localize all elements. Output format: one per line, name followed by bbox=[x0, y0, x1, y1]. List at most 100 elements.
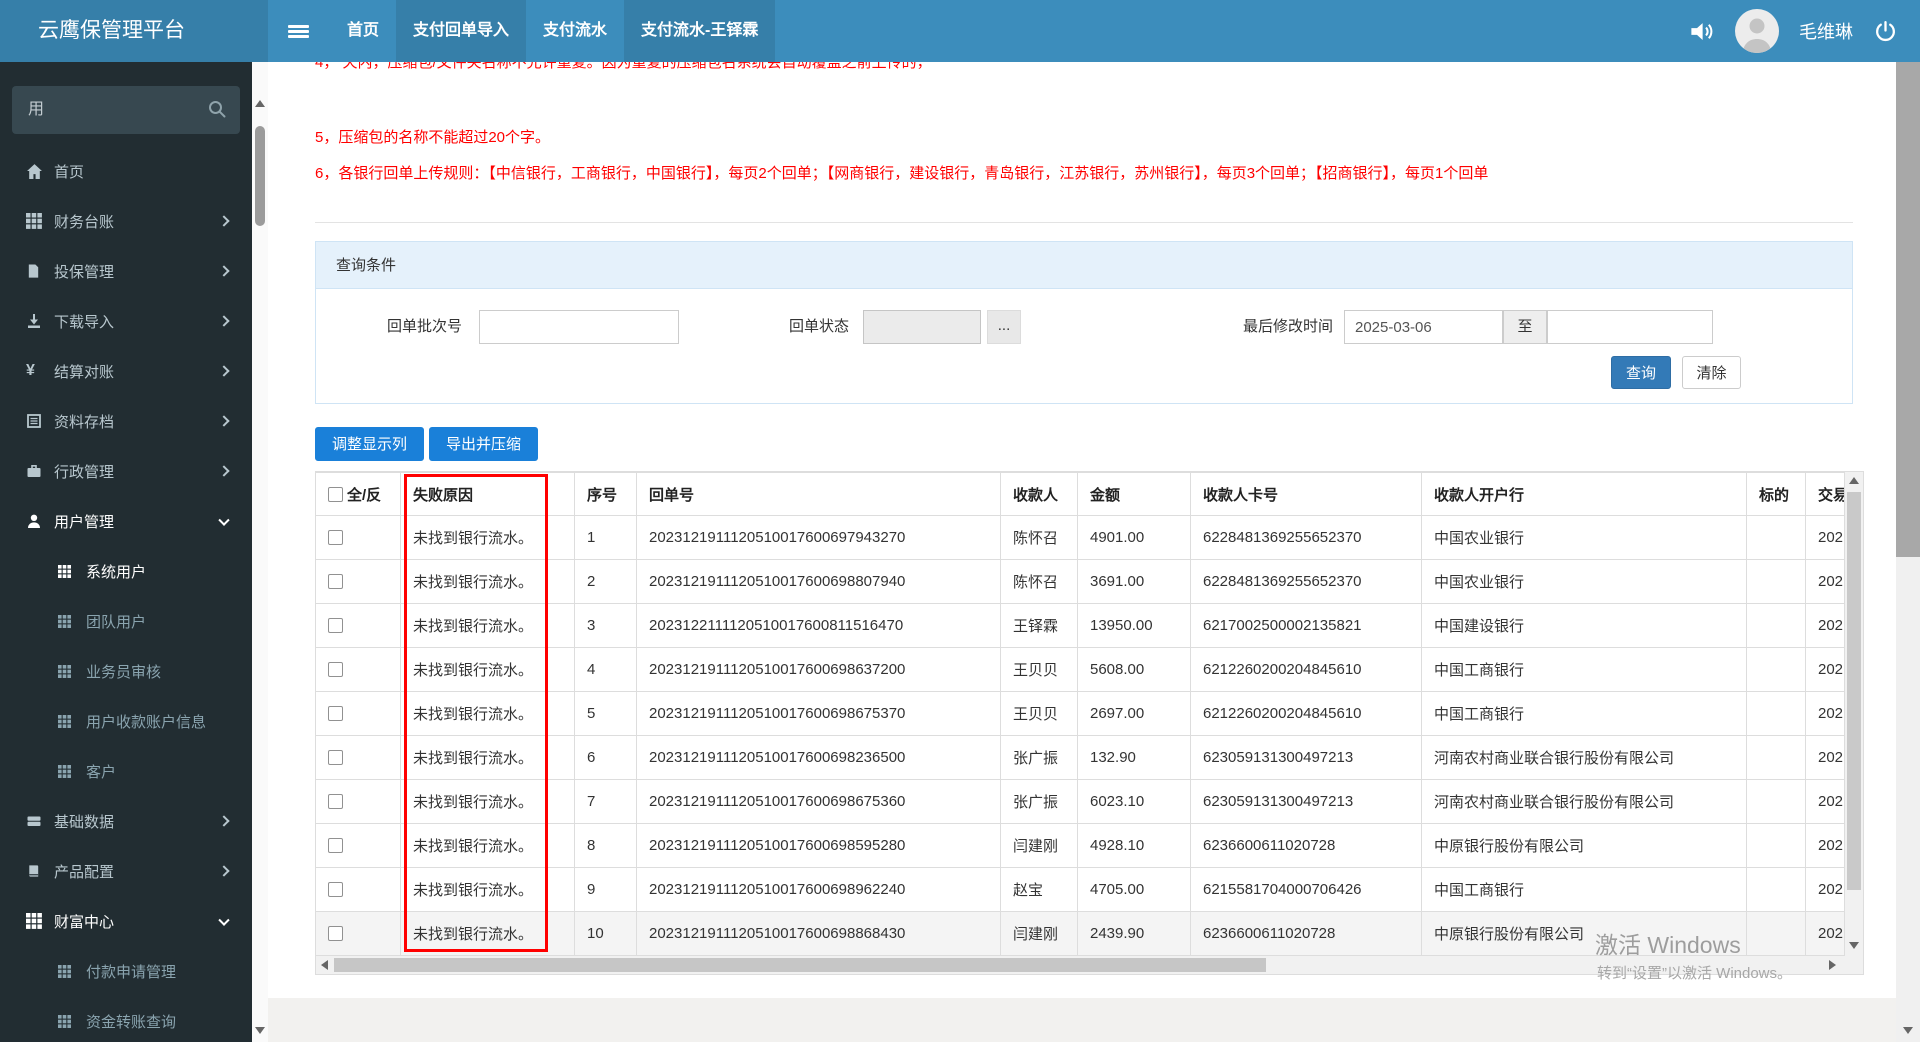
chevron-right-icon bbox=[218, 415, 230, 427]
adjust-columns-button[interactable]: 调整显示列 bbox=[315, 427, 425, 461]
row-checkbox[interactable] bbox=[328, 706, 343, 721]
scroll-down-icon[interactable] bbox=[1903, 1027, 1913, 1034]
sidebar-item-label: 投保管理 bbox=[54, 263, 115, 281]
cell-subject bbox=[1747, 560, 1806, 603]
sidebar-item[interactable]: 团队用户 bbox=[0, 596, 252, 646]
avatar[interactable] bbox=[1735, 9, 1779, 53]
cell-fail: 未找到银行流水。 bbox=[401, 648, 575, 691]
table-row: 未找到银行流水。 3 2023122111120510017600811516470… bbox=[316, 604, 1845, 648]
page-scrollbar[interactable] bbox=[1896, 62, 1920, 1042]
row-checkbox[interactable] bbox=[328, 838, 343, 853]
select-all-checkbox[interactable] bbox=[328, 486, 343, 502]
sidebar-search[interactable]: 用 bbox=[12, 86, 240, 134]
sidebar-item[interactable]: 产品配置 bbox=[0, 846, 252, 896]
date-from-input[interactable] bbox=[1344, 310, 1503, 344]
cell-select bbox=[316, 780, 401, 823]
header-trade: 交易 bbox=[1806, 473, 1845, 515]
cell-fail: 未找到银行流水。 bbox=[401, 516, 575, 559]
row-checkbox[interactable] bbox=[328, 794, 343, 809]
query-panel-title: 查询条件 bbox=[336, 257, 397, 274]
scroll-down-icon[interactable] bbox=[1849, 942, 1859, 949]
cell-trade: 202 bbox=[1806, 912, 1845, 955]
sidebar-toggle-button[interactable] bbox=[272, 0, 324, 62]
cell-fail: 未找到银行流水。 bbox=[401, 604, 575, 647]
sidebar-scrollbar[interactable] bbox=[252, 62, 268, 1042]
scroll-down-icon[interactable] bbox=[255, 1027, 265, 1034]
sidebar-item[interactable]: 财务台账 bbox=[0, 196, 252, 246]
row-checkbox[interactable] bbox=[328, 882, 343, 897]
windows-activation-watermark-sub: 转到“设置”以激活 Windows。 bbox=[1597, 965, 1793, 982]
row-checkbox[interactable] bbox=[328, 530, 343, 545]
table-hscrollbar-thumb[interactable] bbox=[334, 958, 1266, 972]
sidebar-item[interactable]: 首页 bbox=[0, 146, 252, 196]
chevron-right-icon bbox=[218, 865, 230, 877]
scroll-right-icon[interactable] bbox=[1829, 960, 1836, 970]
home-icon bbox=[26, 163, 54, 180]
username[interactable]: 毛维琳 bbox=[1799, 18, 1853, 44]
table-vertical-scrollbar[interactable] bbox=[1845, 472, 1863, 956]
cell-card: 6228481369255652370 bbox=[1191, 516, 1422, 559]
date-to-input[interactable] bbox=[1547, 310, 1713, 344]
volume-icon[interactable] bbox=[1688, 18, 1715, 45]
modified-time-label: 最后修改时间 bbox=[1242, 318, 1333, 335]
archive-icon bbox=[26, 413, 54, 429]
nav-tab[interactable]: 支付流水 bbox=[526, 0, 624, 62]
cell-amount: 4928.10 bbox=[1078, 824, 1191, 867]
search-button[interactable]: 查询 bbox=[1611, 356, 1671, 389]
clear-button[interactable]: 清除 bbox=[1682, 356, 1741, 389]
divider bbox=[315, 222, 1853, 223]
sidebar-item[interactable]: 资金转账查询 bbox=[0, 996, 252, 1046]
nav-tab[interactable]: 支付流水-王铎霖 bbox=[624, 0, 776, 62]
sidebar-item[interactable]: 客户 bbox=[0, 746, 252, 796]
cell-bank: 中国工商银行 bbox=[1422, 868, 1747, 911]
search-icon[interactable] bbox=[207, 99, 227, 124]
row-checkbox[interactable] bbox=[328, 618, 343, 633]
sidebar-item[interactable]: ¥ 结算对账 bbox=[0, 346, 252, 396]
sidebar-item[interactable]: 投保管理 bbox=[0, 246, 252, 296]
row-checkbox[interactable] bbox=[328, 662, 343, 677]
page-scrollbar-thumb[interactable] bbox=[1896, 62, 1920, 557]
receipt-status-input[interactable] bbox=[863, 310, 981, 344]
nav-tab[interactable]: 支付回单导入 bbox=[396, 0, 527, 62]
row-checkbox[interactable] bbox=[328, 574, 343, 589]
cell-payee: 陈怀召 bbox=[1001, 516, 1078, 559]
cell-amount: 5608.00 bbox=[1078, 648, 1191, 691]
cell-card: 6212260200204845610 bbox=[1191, 648, 1422, 691]
cell-payee: 王铎霖 bbox=[1001, 604, 1078, 647]
sidebar-item[interactable]: 资料存档 bbox=[0, 396, 252, 446]
cell-trade: 202 bbox=[1806, 868, 1845, 911]
sidebar-item[interactable]: 系统用户 bbox=[0, 546, 252, 596]
batch-no-input[interactable] bbox=[479, 310, 679, 344]
export-compress-button[interactable]: 导出并压缩 bbox=[429, 427, 539, 461]
sidebar-item[interactable]: 行政管理 bbox=[0, 446, 252, 496]
cell-select bbox=[316, 604, 401, 647]
notice-line-4: 4， 天内，压缩包/文件夹名称不允许重复。因为重复的压缩包名系统会自动覆盖之前上… bbox=[315, 62, 932, 71]
sidebar-search-input[interactable]: 用 bbox=[28, 86, 44, 134]
row-checkbox[interactable] bbox=[328, 750, 343, 765]
hamburger-icon bbox=[287, 23, 309, 40]
power-icon[interactable] bbox=[1873, 19, 1898, 44]
scroll-up-icon[interactable] bbox=[1849, 477, 1859, 484]
table-vscrollbar-thumb[interactable] bbox=[1847, 492, 1861, 890]
scroll-up-icon[interactable] bbox=[255, 100, 265, 107]
sidebar-item[interactable]: 基础数据 bbox=[0, 796, 252, 846]
grid-icon bbox=[26, 213, 54, 229]
sidebar-item[interactable]: 财富中心 bbox=[0, 896, 252, 946]
app-title[interactable]: 云鹰保管理平台 bbox=[0, 0, 268, 62]
row-checkbox[interactable] bbox=[328, 926, 343, 941]
sidebar-item[interactable]: 用户收款账户信息 bbox=[0, 696, 252, 746]
cell-trade: 202 bbox=[1806, 648, 1845, 691]
sidebar-item[interactable]: 付款申请管理 bbox=[0, 946, 252, 996]
sidebar-item[interactable]: 业务员审核 bbox=[0, 646, 252, 696]
cell-trade: 202 bbox=[1806, 560, 1845, 603]
sidebar-item[interactable]: 用户管理 bbox=[0, 496, 252, 546]
scroll-left-icon[interactable] bbox=[321, 960, 328, 970]
nav-tab[interactable]: 首页 bbox=[330, 0, 396, 62]
grid-icon bbox=[58, 964, 86, 978]
cell-payee: 闫建刚 bbox=[1001, 912, 1078, 955]
sidebar-item[interactable]: 下载导入 bbox=[0, 296, 252, 346]
status-picker-button[interactable]: ... bbox=[987, 310, 1021, 344]
sidebar-scrollbar-thumb[interactable] bbox=[255, 126, 265, 226]
sidebar-item-label: 行政管理 bbox=[54, 463, 115, 481]
cell-subject bbox=[1747, 692, 1806, 735]
